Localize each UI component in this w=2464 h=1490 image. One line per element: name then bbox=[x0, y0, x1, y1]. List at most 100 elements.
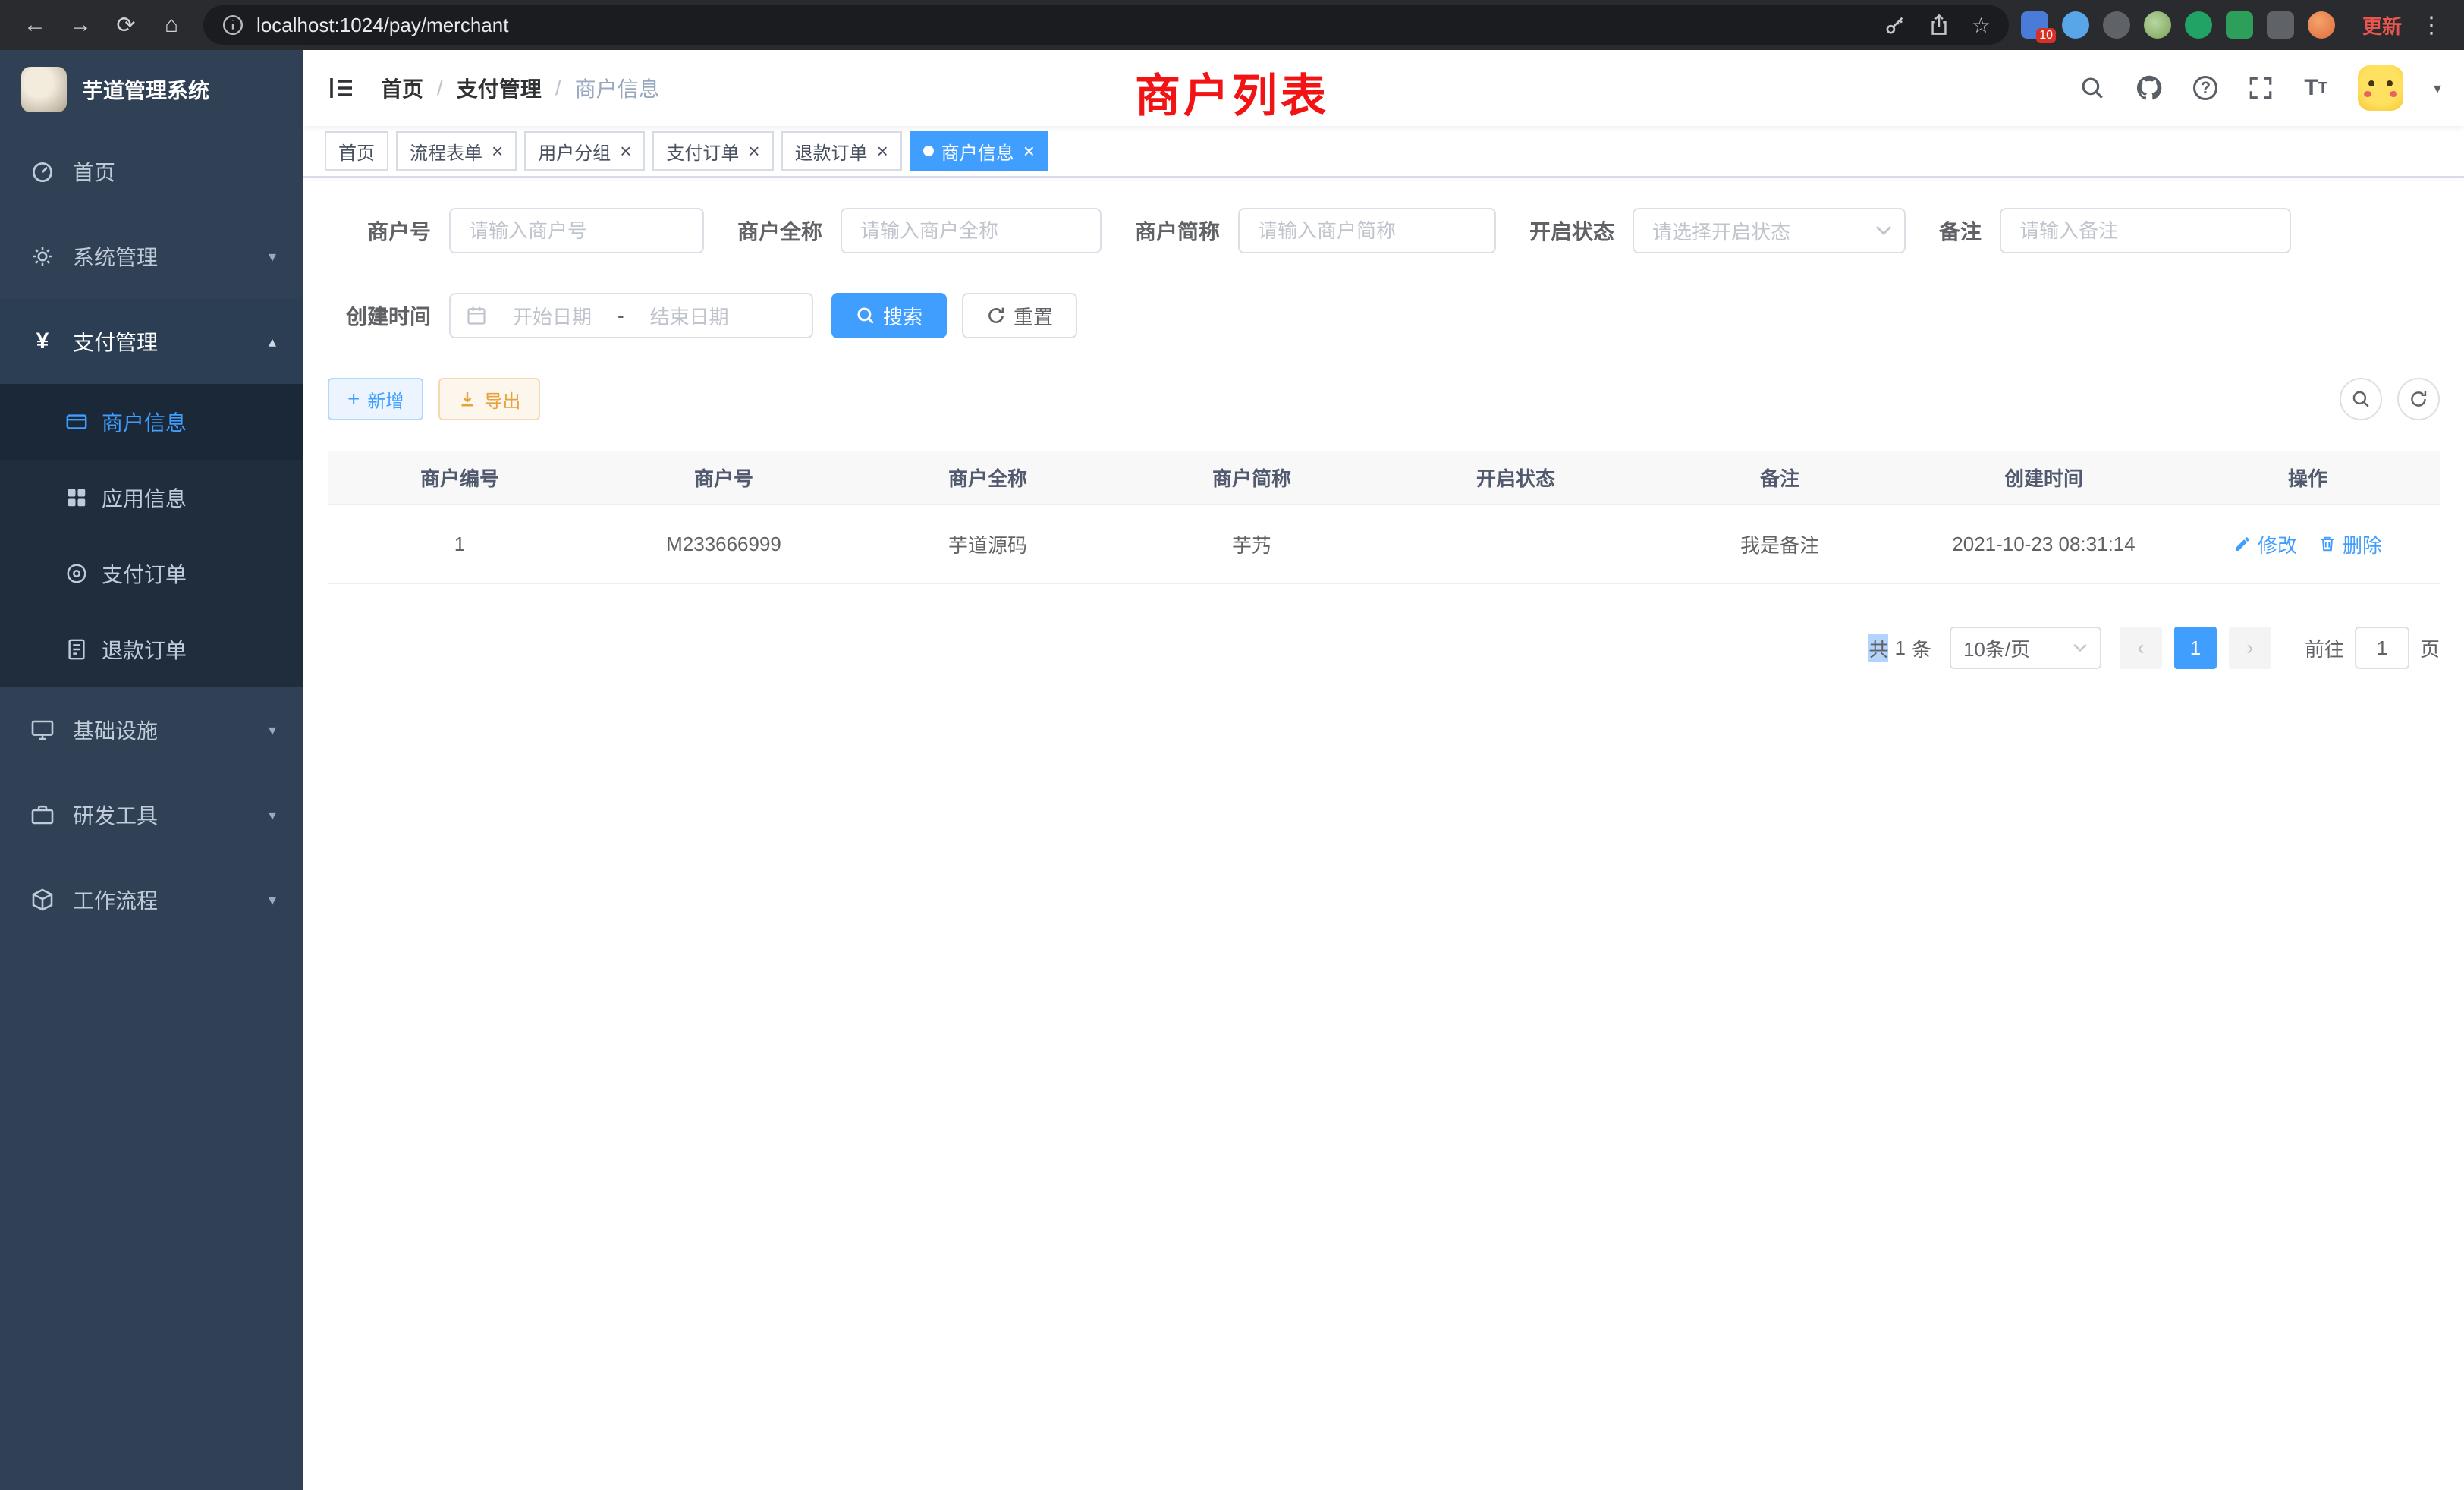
sidebar-item-label: 工作流程 bbox=[73, 885, 158, 915]
filter-label: 商户号 bbox=[328, 215, 431, 246]
remark-input[interactable] bbox=[2000, 208, 2291, 253]
sidebar-item-pay-order[interactable]: 支付订单 bbox=[0, 536, 303, 611]
pagination: 共 1 条 10条/页 ‹ 1 › 前往 bbox=[328, 627, 2440, 669]
breadcrumb-item-current: 商户信息 bbox=[575, 73, 660, 103]
extension-icon[interactable] bbox=[2308, 11, 2335, 39]
tab-user-group[interactable]: 用户分组 × bbox=[524, 131, 645, 171]
delete-link[interactable]: 删除 bbox=[2318, 530, 2382, 558]
browser-menu-icon[interactable]: ⋮ bbox=[2414, 12, 2449, 39]
filter-label: 开启状态 bbox=[1529, 215, 1614, 246]
extension-icon[interactable] bbox=[2267, 11, 2294, 39]
sidebar-item-refund-order[interactable]: 退款订单 bbox=[0, 611, 303, 687]
address-bar[interactable]: localhost:1024/pay/merchant ☆ bbox=[203, 5, 2009, 45]
close-icon[interactable]: × bbox=[620, 141, 631, 161]
user-avatar[interactable] bbox=[2358, 65, 2403, 111]
sidebar-item-app-info[interactable]: 应用信息 bbox=[0, 460, 303, 536]
home-icon[interactable]: ⌂ bbox=[152, 7, 191, 43]
browser-chrome: ← → ⟳ ⌂ localhost:1024/pay/merchant ☆ 10 bbox=[0, 0, 2464, 50]
site-info-icon[interactable] bbox=[222, 14, 244, 36]
grid-icon bbox=[65, 486, 88, 509]
back-icon[interactable]: ← bbox=[15, 7, 55, 43]
page-size-select[interactable]: 10条/页 bbox=[1950, 627, 2101, 669]
forward-icon[interactable]: → bbox=[61, 7, 100, 43]
filter-label: 创建时间 bbox=[328, 300, 431, 331]
extension-icon[interactable] bbox=[2185, 11, 2212, 39]
tab-label: 首页 bbox=[338, 138, 375, 165]
prev-page-button[interactable]: ‹ bbox=[2120, 627, 2162, 669]
plus-icon: + bbox=[347, 388, 360, 410]
share-icon[interactable] bbox=[1928, 14, 1950, 36]
add-button[interactable]: + 新增 bbox=[328, 378, 423, 420]
github-icon[interactable] bbox=[2136, 74, 2163, 102]
close-icon[interactable]: × bbox=[1023, 141, 1035, 161]
bank-card-icon bbox=[65, 410, 88, 433]
browser-update-button[interactable]: 更新 bbox=[2362, 11, 2402, 39]
sidebar-item-dev-tools[interactable]: 研发工具 ▾ bbox=[0, 772, 303, 857]
payment-submenu: 商户信息 应用信息 支付订单 bbox=[0, 384, 303, 687]
extension-icon[interactable] bbox=[2144, 11, 2171, 39]
create-time-range-picker[interactable]: 开始日期 - 结束日期 bbox=[449, 293, 813, 338]
merchant-no-input[interactable] bbox=[449, 208, 704, 253]
cell-remark: 我是备注 bbox=[1648, 530, 1912, 558]
sidebar-item-label: 研发工具 bbox=[73, 800, 158, 830]
goto-page-input[interactable] bbox=[2355, 627, 2409, 669]
search-icon[interactable] bbox=[2079, 75, 2105, 101]
extension-icon[interactable] bbox=[2226, 11, 2253, 39]
tab-refund-order[interactable]: 退款订单 × bbox=[781, 131, 902, 171]
search-button[interactable]: 搜索 bbox=[831, 293, 947, 338]
font-size-icon[interactable]: TT bbox=[2304, 77, 2327, 99]
breadcrumb-item[interactable]: 首页 bbox=[381, 73, 423, 103]
end-date-placeholder: 结束日期 bbox=[640, 302, 740, 330]
tab-pay-order[interactable]: 支付订单 × bbox=[652, 131, 773, 171]
close-icon[interactable]: × bbox=[492, 141, 503, 161]
reset-button[interactable]: 重置 bbox=[962, 293, 1077, 338]
sidebar-toggle-icon[interactable] bbox=[326, 73, 357, 103]
tab-process-form[interactable]: 流程表单 × bbox=[396, 131, 517, 171]
page-number-button[interactable]: 1 bbox=[2174, 627, 2217, 669]
toggle-search-button[interactable] bbox=[2340, 378, 2382, 420]
sidebar-item-infrastructure[interactable]: 基础设施 ▾ bbox=[0, 687, 303, 772]
close-icon[interactable]: × bbox=[877, 141, 888, 161]
sidebar-item-label: 应用信息 bbox=[102, 483, 187, 513]
extension-icon[interactable]: 10 bbox=[2021, 11, 2048, 39]
merchant-short-name-input[interactable] bbox=[1238, 208, 1496, 253]
table-toolbar: + 新增 导出 bbox=[328, 378, 2440, 420]
password-key-icon[interactable] bbox=[1884, 14, 1906, 36]
sidebar-item-merchant-info[interactable]: 商户信息 bbox=[0, 384, 303, 460]
bookmark-star-icon[interactable]: ☆ bbox=[1972, 13, 1991, 38]
tab-merchant-info[interactable]: 商户信息 × bbox=[910, 131, 1048, 171]
document-icon bbox=[65, 638, 88, 661]
extension-icon[interactable] bbox=[2062, 11, 2089, 39]
column-header: 商户全称 bbox=[856, 464, 1120, 492]
top-navbar: 首页 / 支付管理 / 商户信息 商户列表 ? TT bbox=[303, 50, 2464, 126]
sidebar-item-system[interactable]: 系统管理 ▾ bbox=[0, 214, 303, 299]
status-select[interactable]: 请选择开启状态 bbox=[1633, 208, 1906, 253]
next-page-button[interactable]: › bbox=[2229, 627, 2271, 669]
sidebar-item-payment[interactable]: ¥ 支付管理 ▴ bbox=[0, 299, 303, 384]
tab-label: 流程表单 bbox=[410, 138, 482, 165]
monitor-icon bbox=[30, 718, 55, 742]
selection-highlight: 共 bbox=[1868, 634, 1888, 662]
export-button[interactable]: 导出 bbox=[438, 378, 540, 420]
merchant-full-name-input[interactable] bbox=[841, 208, 1102, 253]
url-text[interactable]: localhost:1024/pay/merchant bbox=[256, 14, 508, 37]
tab-home[interactable]: 首页 bbox=[325, 131, 388, 171]
pagination-total: 共 1 条 bbox=[1868, 634, 1931, 662]
sidebar-item-workflow[interactable]: 工作流程 ▾ bbox=[0, 857, 303, 942]
table-row: 1 M233666999 芋道源码 芋艿 我是备注 2021-10-23 08:… bbox=[328, 505, 2440, 584]
app-logo[interactable]: 芋道管理系统 bbox=[0, 50, 303, 129]
refresh-button[interactable] bbox=[2397, 378, 2440, 420]
help-icon[interactable]: ? bbox=[2193, 76, 2217, 100]
extension-icon[interactable] bbox=[2103, 11, 2130, 39]
reload-icon[interactable]: ⟳ bbox=[106, 7, 146, 43]
sidebar-item-home[interactable]: 首页 bbox=[0, 129, 303, 214]
breadcrumb-item[interactable]: 支付管理 bbox=[457, 73, 542, 103]
close-icon[interactable]: × bbox=[748, 141, 759, 161]
merchant-table: 商户编号 商户号 商户全称 商户简称 开启状态 备注 创建时间 操作 1 M23… bbox=[328, 451, 2440, 584]
pay-order-icon bbox=[65, 562, 88, 585]
edit-link[interactable]: 修改 bbox=[2233, 530, 2297, 558]
app-title: 芋道管理系统 bbox=[82, 74, 209, 105]
chevron-down-icon[interactable]: ▾ bbox=[2434, 79, 2441, 98]
fullscreen-icon[interactable] bbox=[2248, 75, 2274, 101]
toolbox-icon bbox=[30, 803, 55, 827]
